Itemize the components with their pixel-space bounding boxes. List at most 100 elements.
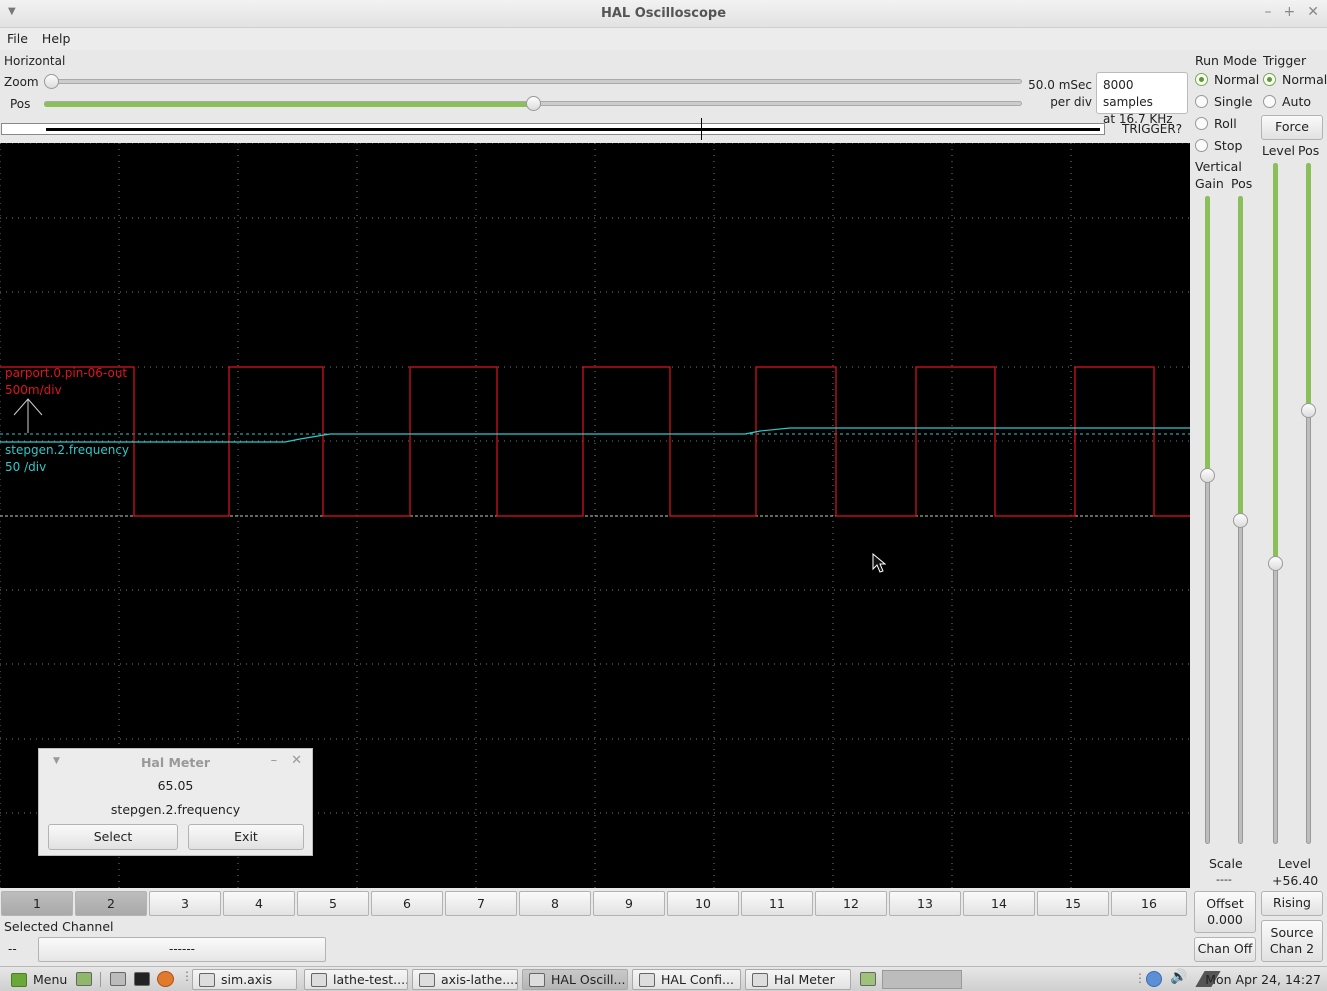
vertical-gain-label: Gain <box>1195 176 1224 191</box>
taskbar-window-5[interactable]: HAL Confi... <box>632 969 741 990</box>
channel-button-1[interactable]: 1 <box>1 891 73 916</box>
scale-value: ---- <box>1216 873 1232 886</box>
channel-button-4[interactable]: 4 <box>223 891 295 916</box>
radio-label: Normal <box>1282 72 1327 87</box>
menu-help[interactable]: Help <box>42 31 71 50</box>
channel-button-5[interactable]: 5 <box>297 891 369 916</box>
close-icon[interactable]: ✕ <box>1307 4 1319 20</box>
start-menu-button[interactable]: Menu <box>4 969 68 990</box>
channel-1-marker-arrow <box>13 398 43 433</box>
window-icon <box>419 972 435 987</box>
channel-2-label: stepgen.2.frequency 50 /div <box>5 442 129 476</box>
channel-button-16[interactable]: 16 <box>1111 891 1187 916</box>
mint-logo-icon <box>11 972 27 987</box>
time-per-div-readout: 50.0 mSec per div <box>1026 77 1092 111</box>
trigger-source-button[interactable]: Source Chan 2 <box>1261 920 1323 962</box>
meter-exit-button[interactable]: Exit <box>188 824 304 850</box>
trigger-position-bar[interactable] <box>1 118 1105 140</box>
channel-button-12[interactable]: 12 <box>815 891 887 916</box>
time-per-div-value: 50.0 mSec <box>1028 78 1092 92</box>
selected-channel-source-button[interactable]: ------ <box>38 937 326 962</box>
scale-label: Scale <box>1209 856 1243 871</box>
run-mode-stop-radio[interactable]: Stop <box>1195 138 1242 153</box>
channel-button-9[interactable]: 9 <box>593 891 665 916</box>
zoom-slider-knob[interactable] <box>44 74 59 89</box>
channel-button-15[interactable]: 15 <box>1037 891 1109 916</box>
channel-button-8[interactable]: 8 <box>519 891 591 916</box>
radio-label: Normal <box>1214 72 1260 87</box>
terminal-icon[interactable] <box>134 972 150 986</box>
horizontal-pos-slider-knob[interactable] <box>525 96 541 111</box>
selected-channel-number: -- <box>8 942 17 956</box>
trigger-status: TRIGGER? <box>1122 122 1183 136</box>
taskbar-window-3[interactable]: axis-lathe.... <box>412 969 518 990</box>
run-mode-normal-radio[interactable]: Normal <box>1195 72 1259 87</box>
meter-select-button[interactable]: Select <box>48 824 178 850</box>
radio-label: Auto <box>1282 94 1312 109</box>
zoom-label: Zoom <box>4 75 39 89</box>
taskbar-window-1[interactable]: sim.axis <box>192 969 297 990</box>
volume-icon[interactable]: 🔊 <box>1170 969 1187 985</box>
window-icon <box>639 972 655 987</box>
channel-1-name: parport.0.pin-06-out <box>5 366 128 380</box>
menu-bar: File Help <box>0 28 1327 50</box>
channel-button-11[interactable]: 11 <box>741 891 813 916</box>
force-button[interactable]: Force <box>1261 115 1323 140</box>
vertical-pos-label: Pos <box>1231 176 1253 191</box>
meter-pin-name: stepgen.2.frequency <box>110 802 241 817</box>
taskbar-clock[interactable]: Mon Apr 24, 14:27 <box>1205 972 1321 987</box>
trigger-level-value: +56.40 <box>1272 873 1319 888</box>
maximize-icon[interactable]: + <box>1284 4 1296 20</box>
trigger-edge-button[interactable]: Rising <box>1261 891 1323 916</box>
trigger-level-knob[interactable] <box>1268 555 1283 571</box>
trigger-level-label: Level <box>1262 143 1295 158</box>
meter-value: 65.05 <box>157 778 194 793</box>
trigger-auto-radio[interactable]: Auto <box>1263 94 1311 109</box>
window-icon <box>529 972 545 987</box>
run-mode-single-radio[interactable]: Single <box>1195 94 1252 109</box>
trigger-level-caption: Level <box>1278 856 1311 871</box>
channel-button-10[interactable]: 10 <box>667 891 739 916</box>
taskbar: Menu ⋮ sim.axis lathe-test.... axis-lathe.… <box>0 966 1327 991</box>
window-title: HAL Oscilloscope <box>600 6 727 21</box>
taskbar-window-2[interactable]: lathe-test.... <box>304 969 408 990</box>
vertical-pos-knob[interactable] <box>1233 512 1248 528</box>
taskbar-window-label: HAL Confi... <box>661 972 734 987</box>
channel-button-3[interactable]: 3 <box>149 891 221 916</box>
radio-label: Stop <box>1214 138 1243 153</box>
mouse-cursor-icon <box>872 553 886 573</box>
radio-label: Single <box>1214 94 1253 109</box>
menu-file[interactable]: File <box>7 31 28 50</box>
firefox-icon[interactable] <box>157 971 174 987</box>
trigger-pos-knob[interactable] <box>1301 402 1316 418</box>
channel-button-14[interactable]: 14 <box>963 891 1035 916</box>
vertical-gain-knob[interactable] <box>1200 468 1215 484</box>
meter-close-icon[interactable]: ✕ <box>291 753 302 768</box>
workspace-switcher[interactable] <box>882 970 962 989</box>
chan-off-button[interactable]: Chan Off <box>1194 937 1256 962</box>
channel-button-7[interactable]: 7 <box>445 891 517 916</box>
taskbar-window-6[interactable]: Hal Meter <box>745 969 851 990</box>
channel-button-6[interactable]: 6 <box>371 891 443 916</box>
offset-button[interactable]: Offset 0.000 <box>1194 891 1256 933</box>
taskbar-window-4[interactable]: HAL Oscill... <box>522 969 628 990</box>
meter-minimize-icon[interactable]: – <box>271 753 278 768</box>
channel-button-2[interactable]: 2 <box>75 891 147 916</box>
per-div-label: per div <box>1050 95 1092 109</box>
horizontal-section-title: Horizontal <box>4 54 66 68</box>
horizontal-pos-label: Pos <box>10 97 31 111</box>
channel-button-13[interactable]: 13 <box>889 891 961 916</box>
workspace-1-icon[interactable] <box>860 972 876 986</box>
show-desktop-icon[interactable] <box>76 972 92 986</box>
trigger-normal-radio[interactable]: Normal <box>1263 72 1327 87</box>
selected-channel-label: Selected Channel <box>4 919 114 934</box>
window-icon <box>752 972 768 987</box>
run-mode-roll-radio[interactable]: Roll <box>1195 116 1237 131</box>
minimize-icon[interactable]: – <box>1265 4 1272 20</box>
taskbar-window-label: lathe-test.... <box>333 972 408 987</box>
run-mode-title: Run Mode <box>1195 53 1257 68</box>
shield-icon[interactable] <box>1146 971 1162 987</box>
channel-1-label: parport.0.pin-06-out 500m/div <box>5 365 127 399</box>
samples-button[interactable]: 8000 samples at 16.7 KHz <box>1096 72 1188 126</box>
file-manager-icon[interactable] <box>110 972 126 986</box>
